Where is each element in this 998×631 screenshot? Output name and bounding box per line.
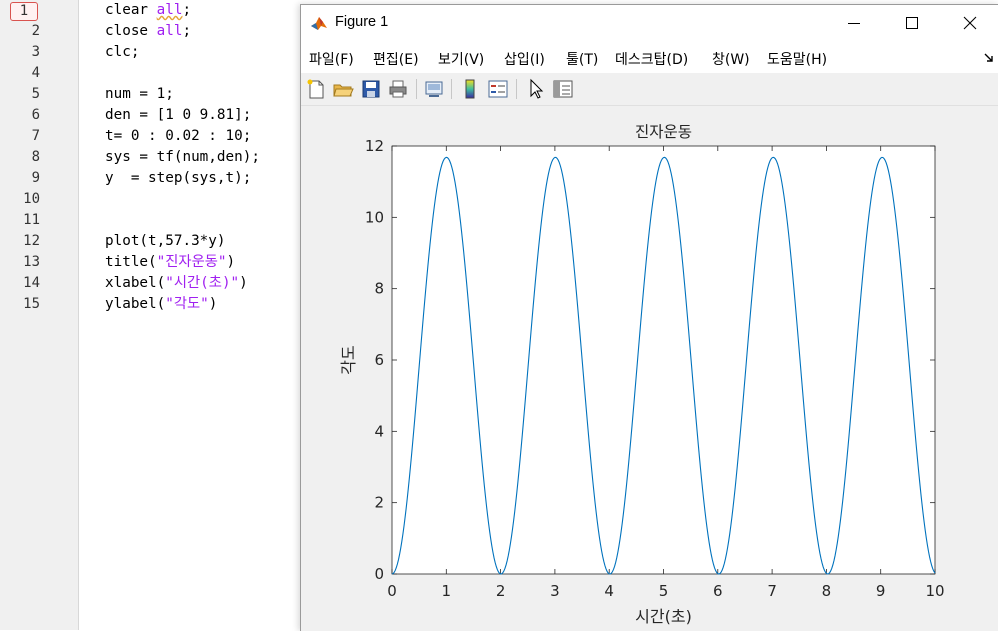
code-line-9[interactable]: y = step(sys,t); [105, 168, 251, 189]
x-tick-label: 0 [387, 582, 397, 600]
code-line-2[interactable]: close all; [105, 21, 191, 42]
toolbar-separator [516, 79, 517, 99]
line-number[interactable]: 15 [0, 294, 40, 315]
x-tick-label: 8 [822, 582, 832, 600]
show-plot-tools-icon[interactable] [552, 78, 574, 100]
code-text: ; [182, 2, 192, 18]
menu-view[interactable]: 보기(V) [438, 49, 484, 69]
figure-window[interactable]: Figure 1 파일(F) 편집(E) 보기(V) 삽입(I) 툴(T) 데스… [300, 4, 998, 631]
x-tick-label: 7 [767, 582, 777, 600]
dock-arrow-icon[interactable] [983, 51, 995, 63]
code-line-12[interactable]: plot(t,57.3*y) [105, 231, 226, 252]
line-number[interactable]: 11 [0, 210, 40, 231]
y-tick-label: 6 [374, 351, 384, 369]
menu-file[interactable]: 파일(F) [309, 49, 354, 69]
line-number[interactable]: 5 [0, 84, 40, 105]
y-tick-label: 10 [365, 208, 384, 226]
y-tick-label: 12 [365, 137, 384, 155]
x-tick-label: 5 [659, 582, 669, 600]
y-tick-label: 4 [374, 422, 384, 440]
code-text: ; [182, 23, 192, 39]
code-line-7[interactable]: t= 0 : 0.02 : 10; [105, 126, 251, 147]
toolbar-separator [416, 79, 417, 99]
y-axis-label: 각도 [339, 345, 358, 374]
line-number[interactable]: 6 [0, 105, 40, 126]
line-number[interactable]: 12 [0, 231, 40, 252]
line-number-breakpoint[interactable]: 1 [10, 2, 38, 21]
x-axis-label: 시간(초) [635, 607, 692, 626]
y-tick-label: 8 [374, 280, 384, 298]
open-file-icon[interactable] [332, 78, 354, 100]
plot-canvas[interactable]: 0 1 2 3 4 5 6 7 8 9 10 0 2 4 6 8 10 12 진자운동 시간(초) 각도 [301, 106, 998, 631]
menu-bar: 파일(F) 편집(E) 보기(V) 삽입(I) 툴(T) 데스크탑(D) 창(W… [301, 41, 998, 73]
menu-window[interactable]: 창(W) [712, 49, 750, 69]
x-tick-label: 2 [496, 582, 506, 600]
code-text: xlabel( [105, 275, 166, 291]
line-number[interactable]: 3 [0, 42, 40, 63]
window-titlebar[interactable]: Figure 1 [301, 5, 998, 41]
y-tick-label: 2 [374, 494, 384, 512]
x-tick-label: 6 [713, 582, 723, 600]
menu-desktop[interactable]: 데스크탑(D) [615, 49, 688, 69]
code-text: ) [208, 296, 218, 312]
maximize-button[interactable] [883, 5, 941, 41]
line-number[interactable]: 10 [0, 189, 40, 210]
code-line-14[interactable]: xlabel("시간(초)") [105, 273, 248, 294]
toolbar-separator [451, 79, 452, 99]
code-line-8[interactable]: sys = tf(num,den); [105, 147, 260, 168]
minimize-icon [848, 23, 860, 24]
line-number[interactable]: 13 [0, 252, 40, 273]
edit-plot-arrow-icon[interactable] [525, 78, 547, 100]
code-line-15[interactable]: ylabel("각도") [105, 294, 217, 315]
close-icon [963, 16, 977, 30]
keyword-token: all [156, 2, 183, 18]
x-tick-label: 10 [925, 582, 944, 600]
line-number[interactable]: 2 [0, 21, 40, 42]
maximize-icon [906, 17, 918, 29]
x-tick-label: 4 [604, 582, 614, 600]
code-text: ylabel( [105, 296, 166, 312]
insert-legend-icon[interactable] [487, 78, 509, 100]
keyword-token: all [156, 23, 183, 39]
string-token: "각도" [165, 296, 209, 312]
x-tick-label: 3 [550, 582, 560, 600]
new-figure-icon[interactable] [305, 78, 327, 100]
menu-help[interactable]: 도움말(H) [767, 49, 827, 69]
code-line-5[interactable]: num = 1; [105, 84, 174, 105]
code-text: clear [105, 2, 157, 18]
line-number[interactable]: 8 [0, 147, 40, 168]
chart-title: 진자운동 [635, 123, 692, 141]
code-text: title( [105, 254, 157, 270]
line-number[interactable]: 9 [0, 168, 40, 189]
menu-insert[interactable]: 삽입(I) [504, 49, 545, 69]
link-plot-icon[interactable] [423, 78, 445, 100]
code-line-1[interactable]: clear all; [105, 0, 191, 21]
line-number[interactable]: 14 [0, 273, 40, 294]
line-number-gutter[interactable]: 1 2 3 4 5 6 7 8 9 10 11 12 13 14 15 [0, 0, 79, 630]
close-button[interactable] [941, 5, 998, 41]
code-line-13[interactable]: title("진자운동") [105, 252, 235, 273]
code-text: ) [239, 275, 248, 291]
window-title: Figure 1 [335, 14, 389, 30]
print-icon[interactable] [387, 78, 409, 100]
code-text: ) [226, 254, 236, 270]
minimize-button[interactable] [825, 5, 883, 41]
line-number[interactable]: 4 [0, 63, 40, 84]
y-tick-label: 0 [374, 565, 384, 583]
figure-toolbar [301, 73, 998, 106]
insert-colorbar-icon[interactable] [459, 78, 481, 100]
line-number[interactable]: 7 [0, 126, 40, 147]
string-token: "시간(초)" [165, 275, 240, 291]
save-icon[interactable] [360, 78, 382, 100]
menu-edit[interactable]: 편집(E) [373, 49, 419, 69]
chart-svg[interactable]: 0 1 2 3 4 5 6 7 8 9 10024681012 진자운동 시간(초) 각도 [301, 106, 998, 631]
string-token: "진자운동" [156, 254, 227, 270]
code-line-3[interactable]: clc; [105, 42, 139, 63]
matlab-logo-icon [310, 14, 328, 32]
code-text: close [105, 23, 157, 39]
x-tick-label: 9 [876, 582, 886, 600]
code-line-6[interactable]: den = [1 0 9.81]; [105, 105, 251, 126]
menu-tools[interactable]: 툴(T) [566, 49, 598, 69]
x-tick-label: 1 [442, 582, 452, 600]
